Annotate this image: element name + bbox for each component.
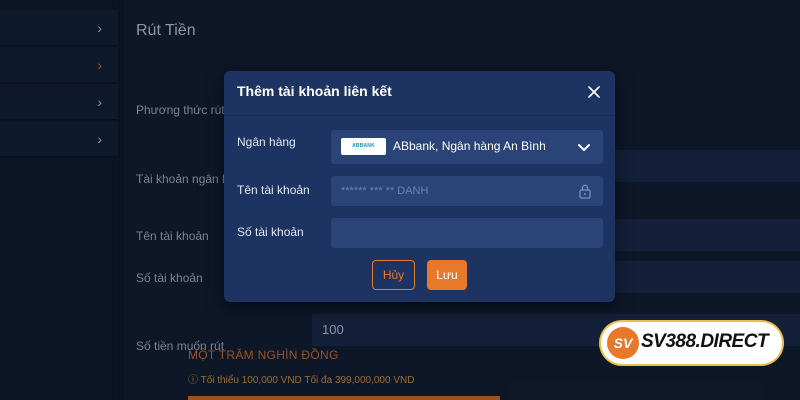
abbank-logo: ABBANK	[341, 138, 386, 155]
account-number-label: Số tài khoản	[237, 225, 304, 239]
sv388-watermark-logo: SV SV388.DIRECT	[601, 322, 782, 364]
close-icon[interactable]	[587, 85, 601, 99]
logo-badge: SV	[607, 327, 639, 359]
account-number-input[interactable]	[331, 218, 603, 248]
bank-label: Ngân hàng	[237, 135, 296, 149]
bank-selected-value: ABbank, Ngân hàng An Bình	[393, 139, 546, 153]
cancel-button[interactable]: Hủy	[372, 260, 415, 290]
account-name-label: Tên tài khoản	[237, 183, 310, 197]
lock-icon	[579, 184, 591, 199]
save-button[interactable]: Lưu	[427, 260, 467, 290]
modal-divider	[224, 115, 615, 116]
modal-title: Thêm tài khoản liên kết	[237, 83, 392, 99]
bank-select[interactable]: ABBANK ABbank, Ngân hàng An Bình	[331, 130, 603, 164]
account-name-placeholder: ****** *** ** DANH	[341, 185, 429, 197]
account-name-input[interactable]: ****** *** ** DANH	[331, 176, 603, 206]
logo-text: SV388.DIRECT	[641, 331, 769, 352]
chevron-down-icon	[578, 144, 590, 151]
add-linked-account-modal: Thêm tài khoản liên kết Ngân hàng ABBANK…	[224, 71, 615, 302]
